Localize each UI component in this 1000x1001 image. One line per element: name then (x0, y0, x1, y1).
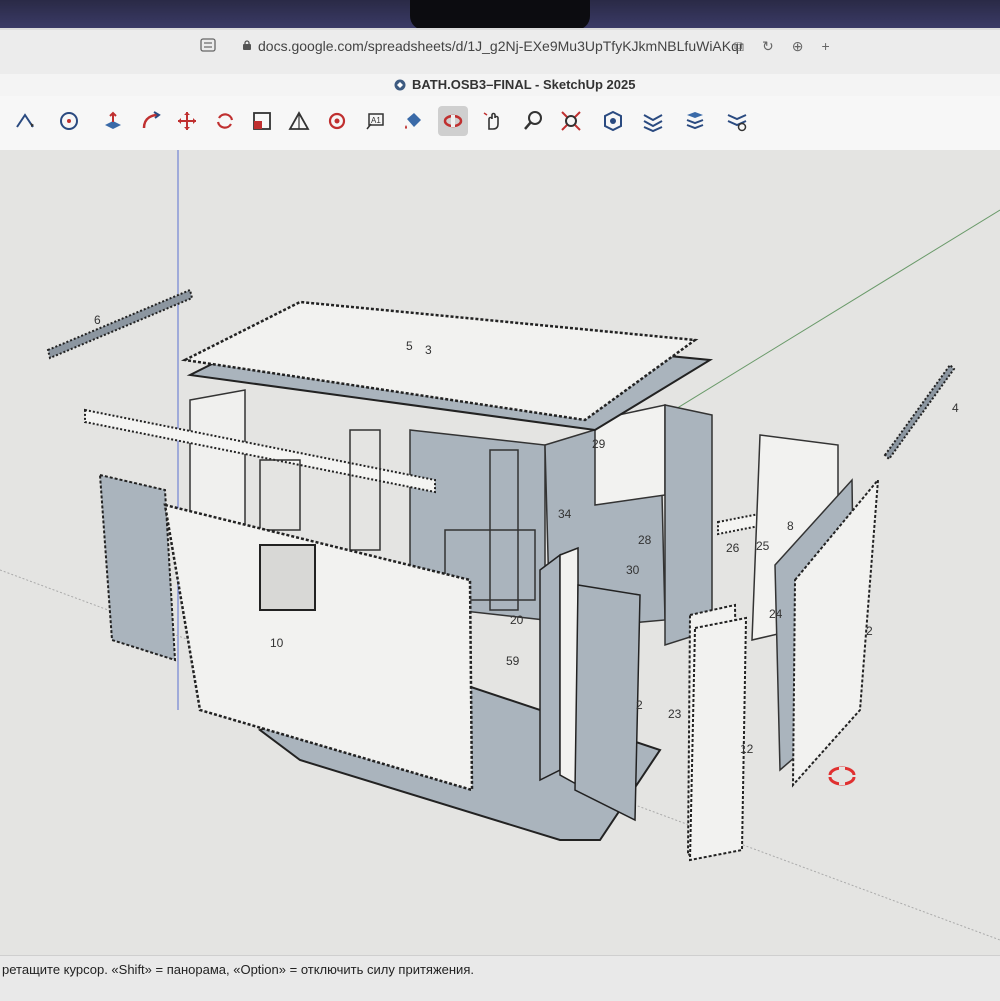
move-tool[interactable] (172, 106, 202, 136)
translate-icon[interactable]: ⧉ (734, 38, 744, 55)
scale-icon (253, 112, 271, 130)
sketchup-app-icon (394, 79, 406, 91)
circle-tool[interactable] (55, 106, 85, 136)
camera-notch (410, 0, 590, 30)
extension-warehouse-icon (686, 112, 704, 130)
part-label: 10 (270, 636, 284, 650)
part-label: 3 (425, 343, 432, 357)
component-icon (604, 110, 622, 132)
section-plane-icon (328, 112, 346, 130)
paint-bucket-icon (405, 113, 421, 129)
line-tool[interactable] (10, 106, 40, 136)
part-label: 4 (952, 401, 959, 415)
zoom-extents-icon (561, 111, 581, 131)
zoom-tool[interactable] (518, 106, 548, 136)
scale-tool[interactable] (247, 106, 277, 136)
zoom-icon (524, 111, 542, 130)
orbit-tool[interactable] (438, 106, 468, 136)
left-wall-panel[interactable] (98, 473, 177, 662)
follow-me-tool[interactable] (136, 106, 166, 136)
url-bar-actions: ⧉ ↻ ⊕ + (734, 38, 830, 55)
protractor-tool[interactable] (284, 106, 314, 136)
download-icon[interactable]: ⊕ (792, 38, 804, 55)
exploded-right-panels[interactable] (686, 434, 880, 862)
part-label: 34 (558, 507, 572, 521)
part-label: 8 (787, 519, 794, 533)
lock-icon (243, 40, 251, 50)
circle-tool-icon (60, 112, 78, 130)
part-label: 2 (866, 624, 873, 638)
extension-settings-tool[interactable] (722, 106, 752, 136)
orbit-cursor-icon (828, 766, 856, 786)
paint-bucket-tool[interactable] (398, 106, 428, 136)
protractor-icon (288, 111, 310, 130)
pan-tool[interactable] (478, 106, 508, 136)
part-label: 29 (592, 437, 606, 451)
model-viewport[interactable]: 6 5 3 4 29 34 28 26 25 8 30 2 24 10 20 5… (0, 150, 1000, 955)
zoom-extents-tool[interactable] (556, 106, 586, 136)
model-canvas[interactable]: 6 5 3 4 29 34 28 26 25 8 30 2 24 10 20 5… (0, 150, 1000, 955)
part-label: 59 (506, 654, 520, 668)
ceiling-panel[interactable] (180, 300, 714, 432)
part-label: 30 (626, 563, 640, 577)
component-tool[interactable] (598, 106, 628, 136)
new-tab-icon[interactable]: + (821, 38, 829, 55)
section-plane-tool[interactable] (322, 106, 352, 136)
part-label: 2 (636, 698, 643, 712)
orbit-icon (443, 114, 463, 128)
status-hint: ретащите курсор. «Shift» = панорама, «Op… (2, 962, 474, 977)
part-label: 20 (510, 613, 524, 627)
pan-hand-icon (483, 112, 499, 130)
part-label: 23 (668, 707, 682, 721)
window-opening (259, 544, 316, 611)
reload-icon[interactable]: ↻ (762, 38, 774, 55)
part-label: 5 (406, 339, 413, 353)
part-label: 28 (638, 533, 652, 547)
url-text[interactable]: docs.google.com/spreadsheets/d/1J_g2Nj-E… (258, 38, 744, 54)
3d-warehouse-tool[interactable] (638, 106, 668, 136)
app-title: BATH.OSB3–FINAL - SketchUp 2025 (412, 77, 636, 92)
part-label: 24 (769, 607, 783, 621)
follow-me-icon (142, 111, 161, 129)
push-pull-icon (105, 111, 121, 129)
text-tool-icon: A1 (366, 113, 384, 130)
extension-tool[interactable] (680, 106, 710, 136)
extension-settings-icon (727, 114, 747, 132)
line-tool-icon (16, 113, 34, 128)
text-tool[interactable]: A1 (360, 106, 390, 136)
sidebar-icon[interactable] (200, 38, 216, 52)
part-label: 12 (740, 742, 754, 756)
warehouse-icon (643, 114, 663, 133)
part-label: 26 (726, 541, 740, 555)
part-label: 25 (756, 539, 770, 553)
svg-text:A1: A1 (371, 116, 381, 125)
rotate-icon (216, 113, 234, 129)
move-icon (178, 112, 196, 130)
push-pull-tool[interactable] (98, 106, 128, 136)
part-label: 6 (94, 313, 101, 327)
rotate-tool[interactable] (210, 106, 240, 136)
